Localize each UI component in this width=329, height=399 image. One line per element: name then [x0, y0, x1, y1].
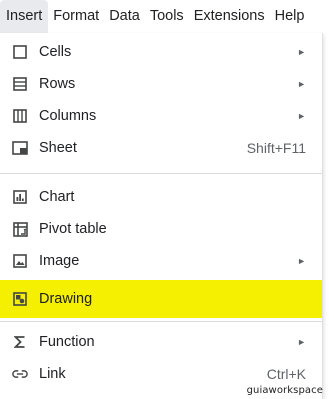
- menu-row-function[interactable]: Function ►: [0, 326, 322, 358]
- menu-bar: Insert Format Data Tools Extensions Help: [0, 0, 329, 33]
- menu-format[interactable]: Format: [48, 0, 104, 33]
- menu-row-sheet[interactable]: Sheet Shift+F11: [0, 132, 322, 164]
- menu-row-cells[interactable]: Cells ►: [0, 36, 322, 68]
- submenu-arrow-icon: ►: [297, 256, 306, 266]
- sheet-icon: [12, 140, 28, 156]
- link-icon: [12, 366, 28, 382]
- menu-row-label: Function: [39, 334, 95, 350]
- menu-row-label: Rows: [39, 76, 76, 92]
- submenu-arrow-icon: ►: [297, 47, 306, 57]
- menu-row-rows[interactable]: Rows ►: [0, 68, 322, 100]
- menu-row-label: Chart: [39, 189, 75, 205]
- watermark-text: guiaworkspace: [246, 385, 323, 396]
- menu-row-image[interactable]: Image ►: [0, 245, 322, 277]
- menu-divider: [0, 321, 322, 322]
- menu-row-pivot-table[interactable]: Pivot table: [0, 213, 322, 245]
- menu-row-label: Image: [39, 253, 80, 269]
- menu-help[interactable]: Help: [270, 0, 310, 33]
- chart-icon: [12, 189, 28, 205]
- menu-divider: [0, 173, 322, 174]
- square-outline-icon: [12, 44, 28, 60]
- menu-row-chart[interactable]: Chart: [0, 181, 322, 213]
- insert-dropdown-menu: Cells ► Rows ► Columns ► Sheet Shift+F11…: [0, 33, 323, 399]
- menu-row-drawing[interactable]: Drawing: [0, 283, 322, 315]
- menu-row-label: Drawing: [39, 291, 93, 307]
- menu-tools[interactable]: Tools: [145, 0, 189, 33]
- menu-row-label: Columns: [39, 108, 97, 124]
- submenu-arrow-icon: ►: [297, 79, 306, 89]
- menu-row-label: Pivot table: [39, 221, 107, 237]
- menu-row-columns[interactable]: Columns ►: [0, 100, 322, 132]
- submenu-arrow-icon: ►: [297, 111, 306, 121]
- sigma-icon: [12, 334, 28, 350]
- menu-row-label: Link: [39, 366, 66, 382]
- keyboard-shortcut: Shift+F11: [246, 140, 306, 156]
- menu-data[interactable]: Data: [104, 0, 145, 33]
- menu-extensions[interactable]: Extensions: [189, 0, 270, 33]
- columns-icon: [12, 108, 28, 124]
- rows-icon: [12, 76, 28, 92]
- menu-row-label: Cells: [39, 44, 72, 60]
- pivot-table-icon: [12, 221, 28, 237]
- submenu-arrow-icon: ►: [297, 337, 306, 347]
- menu-insert[interactable]: Insert: [0, 0, 49, 33]
- menu-row-label: Sheet: [39, 140, 77, 156]
- image-icon: [12, 253, 28, 269]
- drawing-icon: [12, 291, 28, 307]
